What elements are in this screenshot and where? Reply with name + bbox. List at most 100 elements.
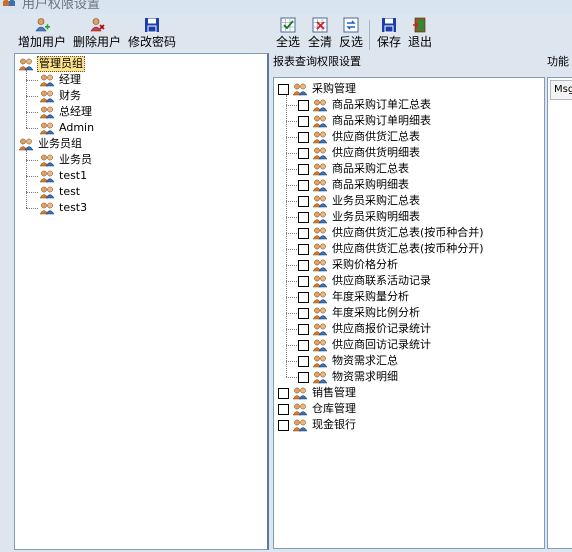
report-checkbox[interactable] [298,115,309,127]
user-group-icon [312,275,328,287]
report-checkbox[interactable] [298,275,309,287]
tree-connector-line [26,80,38,81]
report-item-node[interactable]: 年度采购量分析 [298,289,410,305]
user-node[interactable]: Admin [39,120,95,136]
exit-door-icon [413,17,426,33]
user-group-icon [312,259,328,271]
tree-connector-line [26,96,38,97]
user-label: test3 [59,201,88,214]
user-tree-panel[interactable]: 管理员组 经理财务 总经理 Admin 业务员组 业务员 test1 test test3 [14,53,269,550]
user-toolbar: 增加用户 删除用户 修改密码 [14,17,268,53]
user-label: 经理 [59,73,81,86]
report-item-node[interactable]: 年度采购比例分析 [298,305,421,321]
tree-connector-line [286,169,297,170]
user-node[interactable]: 业务员 [39,152,93,168]
user-group-node[interactable]: 业务员组 [18,136,83,152]
add-user-button[interactable]: 增加用户 [18,17,66,53]
category-checkbox[interactable] [278,403,289,415]
msg-column-header[interactable]: Msg [550,80,572,100]
report-item-label: 商品采购订单明细表 [332,114,431,127]
report-checkbox[interactable] [298,259,309,271]
user-group-icon [292,419,308,431]
report-item-label: 供应商供货明细表 [332,146,420,159]
tree-connector-line [286,201,297,202]
report-item-node[interactable]: 商品采购汇总表 [298,161,410,177]
function-permission-grid[interactable]: Msg [547,77,572,549]
report-checkbox[interactable] [298,131,309,143]
user-node[interactable]: test1 [39,168,88,184]
report-permission-label: 报表查询权限设置 [273,55,361,68]
user-node[interactable]: test3 [39,200,88,216]
report-checkbox[interactable] [298,291,309,303]
report-item-node[interactable]: 物资需求明细 [298,369,399,385]
clear-all-button[interactable]: 全清 [308,17,332,53]
tree-connector-line [286,361,297,362]
report-permission-panel[interactable]: 采购管理 商品采购订单汇总表 商品采购订单明细表 供应商供货汇总表 供应商供货明细表 商品… [273,77,545,549]
report-checkbox[interactable] [298,179,309,191]
report-category-node[interactable]: 销售管理 [278,385,357,401]
tree-connector-line [26,176,38,177]
user-group-node[interactable]: 管理员组 [18,56,85,72]
report-item-node[interactable]: 供应商供货汇总表 [298,129,421,145]
report-checkbox[interactable] [298,211,309,223]
category-checkbox[interactable] [278,419,289,431]
report-item-label: 物资需求汇总 [332,354,398,367]
change-password-button[interactable]: 修改密码 [128,17,176,53]
select-all-button[interactable]: 全选 [276,17,300,53]
tree-connector-line [286,377,297,378]
tree-connector-line [26,112,38,113]
delete-user-button[interactable]: 删除用户 [73,17,121,53]
report-item-label: 商品采购汇总表 [332,162,409,175]
save-disk-icon [145,18,159,33]
category-checkbox[interactable] [278,83,289,95]
user-node[interactable]: 总经理 [39,104,93,120]
report-checkbox[interactable] [298,227,309,239]
report-category-node[interactable]: 采购管理 [278,81,357,97]
report-item-node[interactable]: 采购价格分析 [298,257,399,273]
report-item-node[interactable]: 供应商报价记录统计 [298,321,432,337]
user-node[interactable]: 经理 [39,72,82,88]
tree-connector-line [26,160,38,161]
report-checkbox[interactable] [298,163,309,175]
tree-connector-line [286,329,297,330]
report-item-label: 供应商供货汇总表(按币种合并) [332,226,484,239]
user-label: 总经理 [59,105,92,118]
user-label: 业务员 [59,153,92,166]
report-checkbox[interactable] [298,243,309,255]
report-item-node[interactable]: 供应商供货明细表 [298,145,421,161]
report-item-node[interactable]: 商品采购明细表 [298,177,410,193]
report-checkbox[interactable] [298,339,309,351]
report-item-node[interactable]: 商品采购订单汇总表 [298,97,432,113]
report-item-label: 供应商报价记录统计 [332,322,431,335]
category-checkbox[interactable] [278,387,289,399]
report-checkbox[interactable] [298,195,309,207]
report-checkbox[interactable] [298,147,309,159]
report-item-node[interactable]: 供应商回访记录统计 [298,337,432,353]
exit-button[interactable]: 退出 [408,17,432,53]
report-checkbox[interactable] [298,371,309,383]
report-checkbox[interactable] [298,355,309,367]
tree-connector-line [286,185,297,186]
report-item-node[interactable]: 商品采购订单明细表 [298,113,432,129]
tree-connector-line [26,208,38,209]
report-category-node[interactable]: 现金银行 [278,417,357,433]
report-item-node[interactable]: 供应商供货汇总表(按币种合并) [298,225,485,241]
user-group-icon [312,307,328,319]
report-category-label: 仓库管理 [312,402,356,415]
report-category-node[interactable]: 仓库管理 [278,401,357,417]
user-group-icon [312,99,328,111]
user-group-icon [312,323,328,335]
report-item-node[interactable]: 供应商联系活动记录 [298,273,432,289]
report-item-node[interactable]: 物资需求汇总 [298,353,399,369]
report-item-node[interactable]: 供应商供货汇总表(按币种分开) [298,241,485,257]
invert-selection-button[interactable]: 反选 [339,17,363,53]
report-checkbox[interactable] [298,323,309,335]
report-item-node[interactable]: 业务员采购明细表 [298,209,421,225]
report-checkbox[interactable] [298,99,309,111]
report-checkbox[interactable] [298,307,309,319]
delete-user-label: 删除用户 [73,35,122,49]
report-item-node[interactable]: 业务员采购汇总表 [298,193,421,209]
user-node[interactable]: 财务 [39,88,82,104]
user-node[interactable]: test [39,184,81,200]
save-button[interactable]: 保存 [377,17,401,53]
